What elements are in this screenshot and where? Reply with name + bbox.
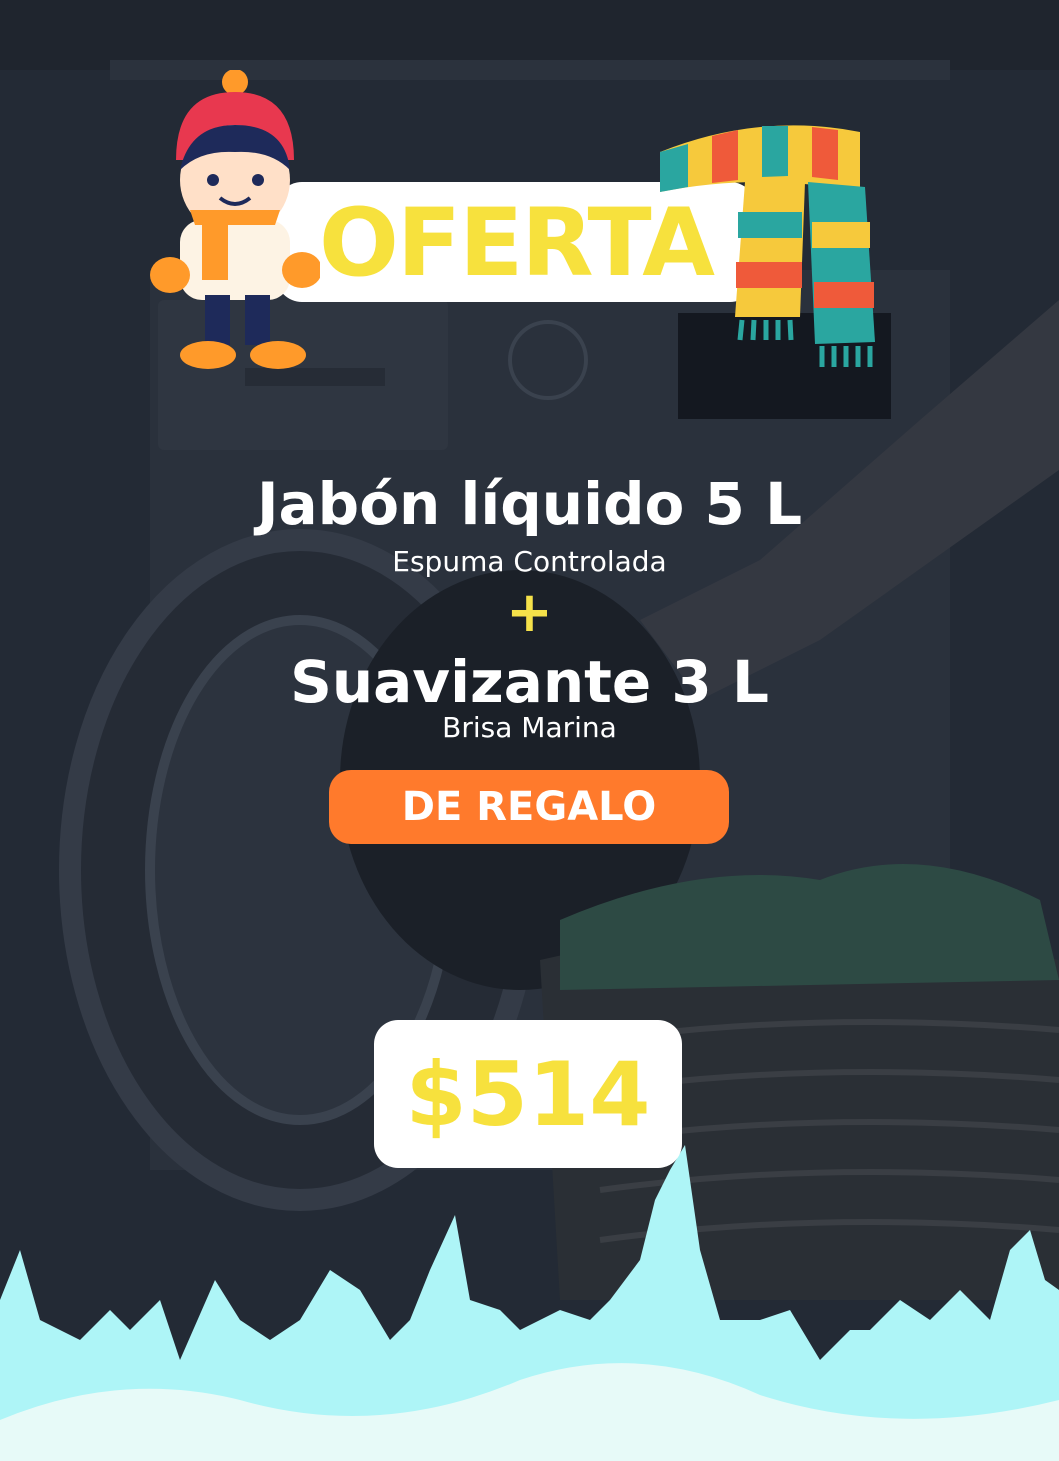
gift-product-name: Suavizante 3 L	[290, 648, 769, 716]
plus-icon: +	[506, 580, 553, 645]
gift-badge: DE REGALO	[329, 770, 729, 844]
main-product-variant: Espuma Controlada	[392, 545, 667, 578]
price-tag: $514	[374, 1020, 682, 1168]
gift-product-variant: Brisa Marina	[442, 711, 617, 744]
striped-scarf-icon	[660, 125, 875, 367]
promo-flyer: OFERTA Jabón líquido 5 L Espuma Controla…	[0, 0, 1059, 1461]
winter-kid-icon	[150, 70, 320, 369]
main-product-name: Jabón líquido 5 L	[256, 470, 803, 538]
